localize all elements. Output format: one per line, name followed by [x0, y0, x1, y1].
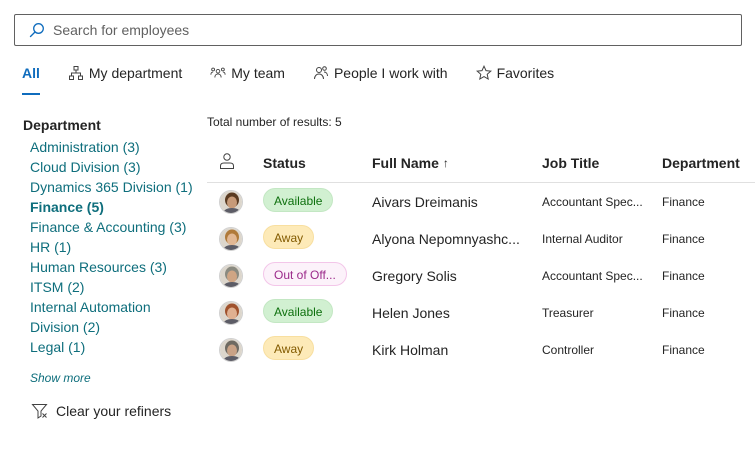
tab-label: My department: [88, 65, 183, 81]
tab-label: My team: [231, 65, 285, 81]
table-row[interactable]: Out of Off... Gregory Solis Accountant Spe…: [207, 257, 755, 294]
sort-ascending-icon: ↑: [442, 155, 449, 170]
table-body: Available Aivars Dreimanis Accountant Spec…: [207, 183, 755, 368]
table-row[interactable]: Available Aivars Dreimanis Accountant Spec…: [207, 183, 755, 220]
status-badge: Out of Off...: [263, 262, 347, 286]
refiner-item[interactable]: Internal Automation Division (2): [30, 297, 203, 337]
tab-bar: All My department My team People I work …: [22, 63, 582, 97]
refiner-heading: Department: [23, 117, 101, 133]
status-badge: Away: [263, 336, 315, 360]
full-name-header-label: Full Name: [372, 154, 439, 171]
job-title: Internal Auditor: [542, 231, 623, 246]
employee-name[interactable]: Aivars Dreimanis: [359, 194, 529, 210]
full-name-column-header[interactable]: Full Name ↑: [359, 155, 529, 171]
avatar[interactable]: [219, 226, 243, 251]
department: Finance: [662, 342, 705, 357]
department-column-header[interactable]: Department: [649, 155, 755, 171]
table-header: Status Full Name ↑ Job Title Department: [207, 143, 755, 183]
refiner-item[interactable]: Legal (1): [30, 337, 203, 357]
search-input[interactable]: [53, 22, 713, 38]
tab-my-department[interactable]: My department: [68, 63, 182, 97]
table-row[interactable]: Away Alyona Nepomnyashc... Internal Audito…: [207, 220, 755, 257]
avatar[interactable]: [219, 300, 243, 325]
department: Finance: [662, 268, 705, 283]
avatar[interactable]: [219, 337, 243, 362]
tab-label: Favorites: [496, 65, 555, 81]
tab-people-i-work-with[interactable]: People I work with: [313, 63, 448, 97]
tab-label: All: [22, 65, 40, 81]
job-title: Accountant Spec...: [542, 268, 643, 283]
status-column-header[interactable]: Status: [249, 155, 359, 171]
job-title: Accountant Spec...: [542, 194, 643, 209]
refiner-item[interactable]: Finance & Accounting (3): [30, 217, 203, 237]
department: Finance: [662, 305, 705, 320]
refiner-item[interactable]: Administration (3): [30, 137, 203, 157]
tab-label: People I work with: [333, 65, 448, 81]
show-more-link[interactable]: Show more: [30, 371, 203, 385]
results-table: Status Full Name ↑ Job Title Department …: [207, 143, 755, 368]
refiner-list: Administration (3) Cloud Division (3) Dyna…: [23, 137, 203, 357]
clear-refiners-label: Clear your refiners: [56, 403, 172, 419]
job-title: Controller: [542, 342, 595, 357]
avatar[interactable]: [219, 189, 243, 214]
employee-name[interactable]: Helen Jones: [359, 305, 529, 321]
avatar-column-header[interactable]: [207, 152, 249, 173]
people-icon: [313, 65, 329, 81]
refiner-item[interactable]: Human Resources (3): [30, 257, 203, 277]
avatar[interactable]: [219, 263, 243, 288]
status-badge: Away: [263, 225, 315, 249]
filter-dismiss-icon: [31, 402, 49, 420]
person-icon: [219, 152, 235, 173]
clear-refiners-button[interactable]: Clear your refiners: [31, 402, 171, 420]
refiner-item[interactable]: Cloud Division (3): [30, 157, 203, 177]
refiner-item[interactable]: HR (1): [30, 237, 203, 257]
employee-name[interactable]: Kirk Holman: [359, 342, 529, 358]
department: Finance: [662, 231, 705, 246]
status-badge: Available: [263, 299, 334, 323]
employee-name[interactable]: Gregory Solis: [359, 268, 529, 284]
employee-name[interactable]: Alyona Nepomnyashc...: [359, 231, 529, 247]
refiner-item[interactable]: Finance (5): [30, 197, 203, 217]
job-title: Treasurer: [542, 305, 594, 320]
refiner-item[interactable]: ITSM (2): [30, 277, 203, 297]
star-icon: [475, 65, 492, 81]
table-row[interactable]: Away Kirk Holman Controller Finance: [207, 331, 755, 368]
search-icon: [29, 22, 45, 38]
department-refiner: Department Administration (3) Cloud Divis…: [23, 117, 203, 385]
table-row[interactable]: Available Helen Jones Treasurer Finance: [207, 294, 755, 331]
people-team-icon: [210, 65, 226, 81]
tab-favorites[interactable]: Favorites: [475, 63, 555, 97]
department: Finance: [662, 194, 705, 209]
refiner-item[interactable]: Dynamics 365 Division (1): [30, 177, 203, 197]
search-box[interactable]: [14, 14, 742, 46]
job-title-column-header[interactable]: Job Title: [529, 155, 649, 171]
org-chart-icon: [68, 65, 84, 81]
results-count: Total number of results: 5: [207, 115, 342, 129]
tab-my-team[interactable]: My team: [210, 63, 285, 97]
tab-all[interactable]: All: [22, 63, 40, 97]
status-badge: Available: [263, 188, 334, 212]
